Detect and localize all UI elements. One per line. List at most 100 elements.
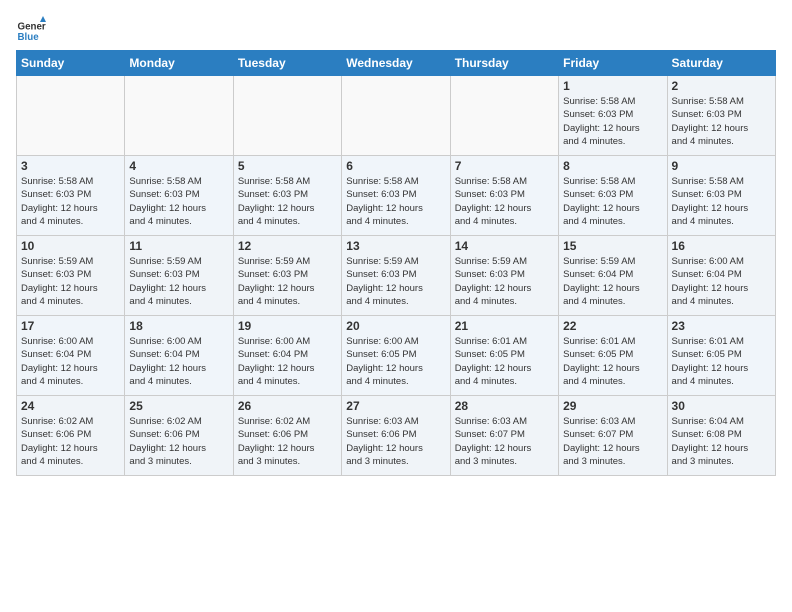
day-detail: Sunrise: 6:02 AM Sunset: 6:06 PM Dayligh…: [238, 415, 337, 468]
header-thursday: Thursday: [450, 51, 558, 76]
day-number: 21: [455, 319, 554, 333]
day-detail: Sunrise: 5:59 AM Sunset: 6:03 PM Dayligh…: [238, 255, 337, 308]
day-detail: Sunrise: 6:02 AM Sunset: 6:06 PM Dayligh…: [129, 415, 228, 468]
day-detail: Sunrise: 6:00 AM Sunset: 6:04 PM Dayligh…: [129, 335, 228, 388]
calendar-cell: 14 Sunrise: 5:59 AM Sunset: 6:03 PM Dayli…: [450, 236, 558, 316]
day-number: 11: [129, 239, 228, 253]
day-number: 10: [21, 239, 120, 253]
calendar-cell: 15 Sunrise: 5:59 AM Sunset: 6:04 PM Dayli…: [559, 236, 667, 316]
calendar-cell: 16Sunrise: 6:00 AM Sunset: 6:04 PM Dayli…: [667, 236, 775, 316]
calendar-cell: 20 Sunrise: 6:00 AM Sunset: 6:05 PM Dayli…: [342, 316, 450, 396]
calendar-cell: [342, 76, 450, 156]
day-number: 24: [21, 399, 120, 413]
header-sunday: Sunday: [17, 51, 125, 76]
day-number: 1: [563, 79, 662, 93]
calendar-cell: 11 Sunrise: 5:59 AM Sunset: 6:03 PM Dayli…: [125, 236, 233, 316]
day-number: 15: [563, 239, 662, 253]
day-detail: Sunrise: 6:01 AM Sunset: 6:05 PM Dayligh…: [672, 335, 771, 388]
calendar-cell: 10 Sunrise: 5:59 AM Sunset: 6:03 PM Dayli…: [17, 236, 125, 316]
calendar-cell: 17 Sunrise: 6:00 AM Sunset: 6:04 PM Dayli…: [17, 316, 125, 396]
day-number: 25: [129, 399, 228, 413]
calendar-cell: 24 Sunrise: 6:02 AM Sunset: 6:06 PM Dayli…: [17, 396, 125, 476]
calendar-cell: 12Sunrise: 5:59 AM Sunset: 6:03 PM Dayli…: [233, 236, 341, 316]
day-number: 27: [346, 399, 445, 413]
day-number: 4: [129, 159, 228, 173]
day-number: 9: [672, 159, 771, 173]
day-number: 8: [563, 159, 662, 173]
calendar-cell: 21 Sunrise: 6:01 AM Sunset: 6:05 PM Dayli…: [450, 316, 558, 396]
calendar-cell: [233, 76, 341, 156]
day-detail: Sunrise: 5:58 AM Sunset: 6:03 PM Dayligh…: [129, 175, 228, 228]
header: General Blue: [16, 16, 776, 46]
calendar-header-row: SundayMondayTuesdayWednesdayThursdayFrid…: [17, 51, 776, 76]
day-detail: Sunrise: 6:00 AM Sunset: 6:04 PM Dayligh…: [238, 335, 337, 388]
day-detail: Sunrise: 6:00 AM Sunset: 6:04 PM Dayligh…: [21, 335, 120, 388]
day-number: 20: [346, 319, 445, 333]
calendar-cell: 25 Sunrise: 6:02 AM Sunset: 6:06 PM Dayli…: [125, 396, 233, 476]
calendar-cell: [125, 76, 233, 156]
day-detail: Sunrise: 5:59 AM Sunset: 6:03 PM Dayligh…: [346, 255, 445, 308]
day-detail: Sunrise: 5:58 AM Sunset: 6:03 PM Dayligh…: [672, 95, 771, 148]
day-detail: Sunrise: 6:03 AM Sunset: 6:06 PM Dayligh…: [346, 415, 445, 468]
day-detail: Sunrise: 6:03 AM Sunset: 6:07 PM Dayligh…: [455, 415, 554, 468]
header-friday: Friday: [559, 51, 667, 76]
day-detail: Sunrise: 6:04 AM Sunset: 6:08 PM Dayligh…: [672, 415, 771, 468]
day-detail: Sunrise: 6:03 AM Sunset: 6:07 PM Dayligh…: [563, 415, 662, 468]
header-saturday: Saturday: [667, 51, 775, 76]
header-wednesday: Wednesday: [342, 51, 450, 76]
day-detail: Sunrise: 5:59 AM Sunset: 6:03 PM Dayligh…: [129, 255, 228, 308]
day-detail: Sunrise: 5:58 AM Sunset: 6:03 PM Dayligh…: [346, 175, 445, 228]
calendar-week-row: 3 Sunrise: 5:58 AM Sunset: 6:03 PM Daylig…: [17, 156, 776, 236]
calendar-cell: [450, 76, 558, 156]
day-detail: Sunrise: 5:58 AM Sunset: 6:03 PM Dayligh…: [563, 175, 662, 228]
logo: General Blue: [16, 16, 50, 46]
day-detail: Sunrise: 5:59 AM Sunset: 6:03 PM Dayligh…: [455, 255, 554, 308]
calendar-table: SundayMondayTuesdayWednesdayThursdayFrid…: [16, 50, 776, 476]
day-detail: Sunrise: 5:59 AM Sunset: 6:03 PM Dayligh…: [21, 255, 120, 308]
day-number: 14: [455, 239, 554, 253]
calendar-week-row: 17 Sunrise: 6:00 AM Sunset: 6:04 PM Dayli…: [17, 316, 776, 396]
svg-text:General: General: [18, 22, 47, 33]
calendar-cell: 29 Sunrise: 6:03 AM Sunset: 6:07 PM Dayli…: [559, 396, 667, 476]
calendar-cell: 7 Sunrise: 5:58 AM Sunset: 6:03 PM Daylig…: [450, 156, 558, 236]
day-detail: Sunrise: 6:01 AM Sunset: 6:05 PM Dayligh…: [563, 335, 662, 388]
calendar-cell: 23 Sunrise: 6:01 AM Sunset: 6:05 PM Dayli…: [667, 316, 775, 396]
day-number: 6: [346, 159, 445, 173]
calendar-cell: 1 Sunrise: 5:58 AM Sunset: 6:03 PM Daylig…: [559, 76, 667, 156]
calendar-cell: 26 Sunrise: 6:02 AM Sunset: 6:06 PM Dayli…: [233, 396, 341, 476]
day-number: 17: [21, 319, 120, 333]
day-detail: Sunrise: 6:01 AM Sunset: 6:05 PM Dayligh…: [455, 335, 554, 388]
calendar-cell: 9 Sunrise: 5:58 AM Sunset: 6:03 PM Daylig…: [667, 156, 775, 236]
day-detail: Sunrise: 5:58 AM Sunset: 6:03 PM Dayligh…: [455, 175, 554, 228]
day-detail: Sunrise: 5:58 AM Sunset: 6:03 PM Dayligh…: [672, 175, 771, 228]
calendar-cell: 2Sunrise: 5:58 AM Sunset: 6:03 PM Daylig…: [667, 76, 775, 156]
day-detail: Sunrise: 5:58 AM Sunset: 6:03 PM Dayligh…: [21, 175, 120, 228]
day-number: 23: [672, 319, 771, 333]
day-detail: Sunrise: 6:00 AM Sunset: 6:04 PM Dayligh…: [672, 255, 771, 308]
logo-icon: General Blue: [16, 16, 46, 46]
calendar-cell: 28 Sunrise: 6:03 AM Sunset: 6:07 PM Dayli…: [450, 396, 558, 476]
day-number: 26: [238, 399, 337, 413]
day-detail: Sunrise: 6:02 AM Sunset: 6:06 PM Dayligh…: [21, 415, 120, 468]
calendar-cell: 5Sunrise: 5:58 AM Sunset: 6:03 PM Daylig…: [233, 156, 341, 236]
day-number: 5: [238, 159, 337, 173]
day-number: 28: [455, 399, 554, 413]
day-number: 7: [455, 159, 554, 173]
calendar-cell: 4 Sunrise: 5:58 AM Sunset: 6:03 PM Daylig…: [125, 156, 233, 236]
day-detail: Sunrise: 6:00 AM Sunset: 6:05 PM Dayligh…: [346, 335, 445, 388]
day-number: 30: [672, 399, 771, 413]
header-tuesday: Tuesday: [233, 51, 341, 76]
calendar-cell: 27 Sunrise: 6:03 AM Sunset: 6:06 PM Dayli…: [342, 396, 450, 476]
calendar-cell: 18 Sunrise: 6:00 AM Sunset: 6:04 PM Dayli…: [125, 316, 233, 396]
day-number: 19: [238, 319, 337, 333]
calendar-cell: 8 Sunrise: 5:58 AM Sunset: 6:03 PM Daylig…: [559, 156, 667, 236]
day-detail: Sunrise: 5:59 AM Sunset: 6:04 PM Dayligh…: [563, 255, 662, 308]
day-number: 22: [563, 319, 662, 333]
calendar-week-row: 24 Sunrise: 6:02 AM Sunset: 6:06 PM Dayli…: [17, 396, 776, 476]
day-number: 18: [129, 319, 228, 333]
calendar-week-row: 1 Sunrise: 5:58 AM Sunset: 6:03 PM Daylig…: [17, 76, 776, 156]
calendar-cell: 3 Sunrise: 5:58 AM Sunset: 6:03 PM Daylig…: [17, 156, 125, 236]
day-number: 3: [21, 159, 120, 173]
day-number: 29: [563, 399, 662, 413]
day-detail: Sunrise: 5:58 AM Sunset: 6:03 PM Dayligh…: [563, 95, 662, 148]
